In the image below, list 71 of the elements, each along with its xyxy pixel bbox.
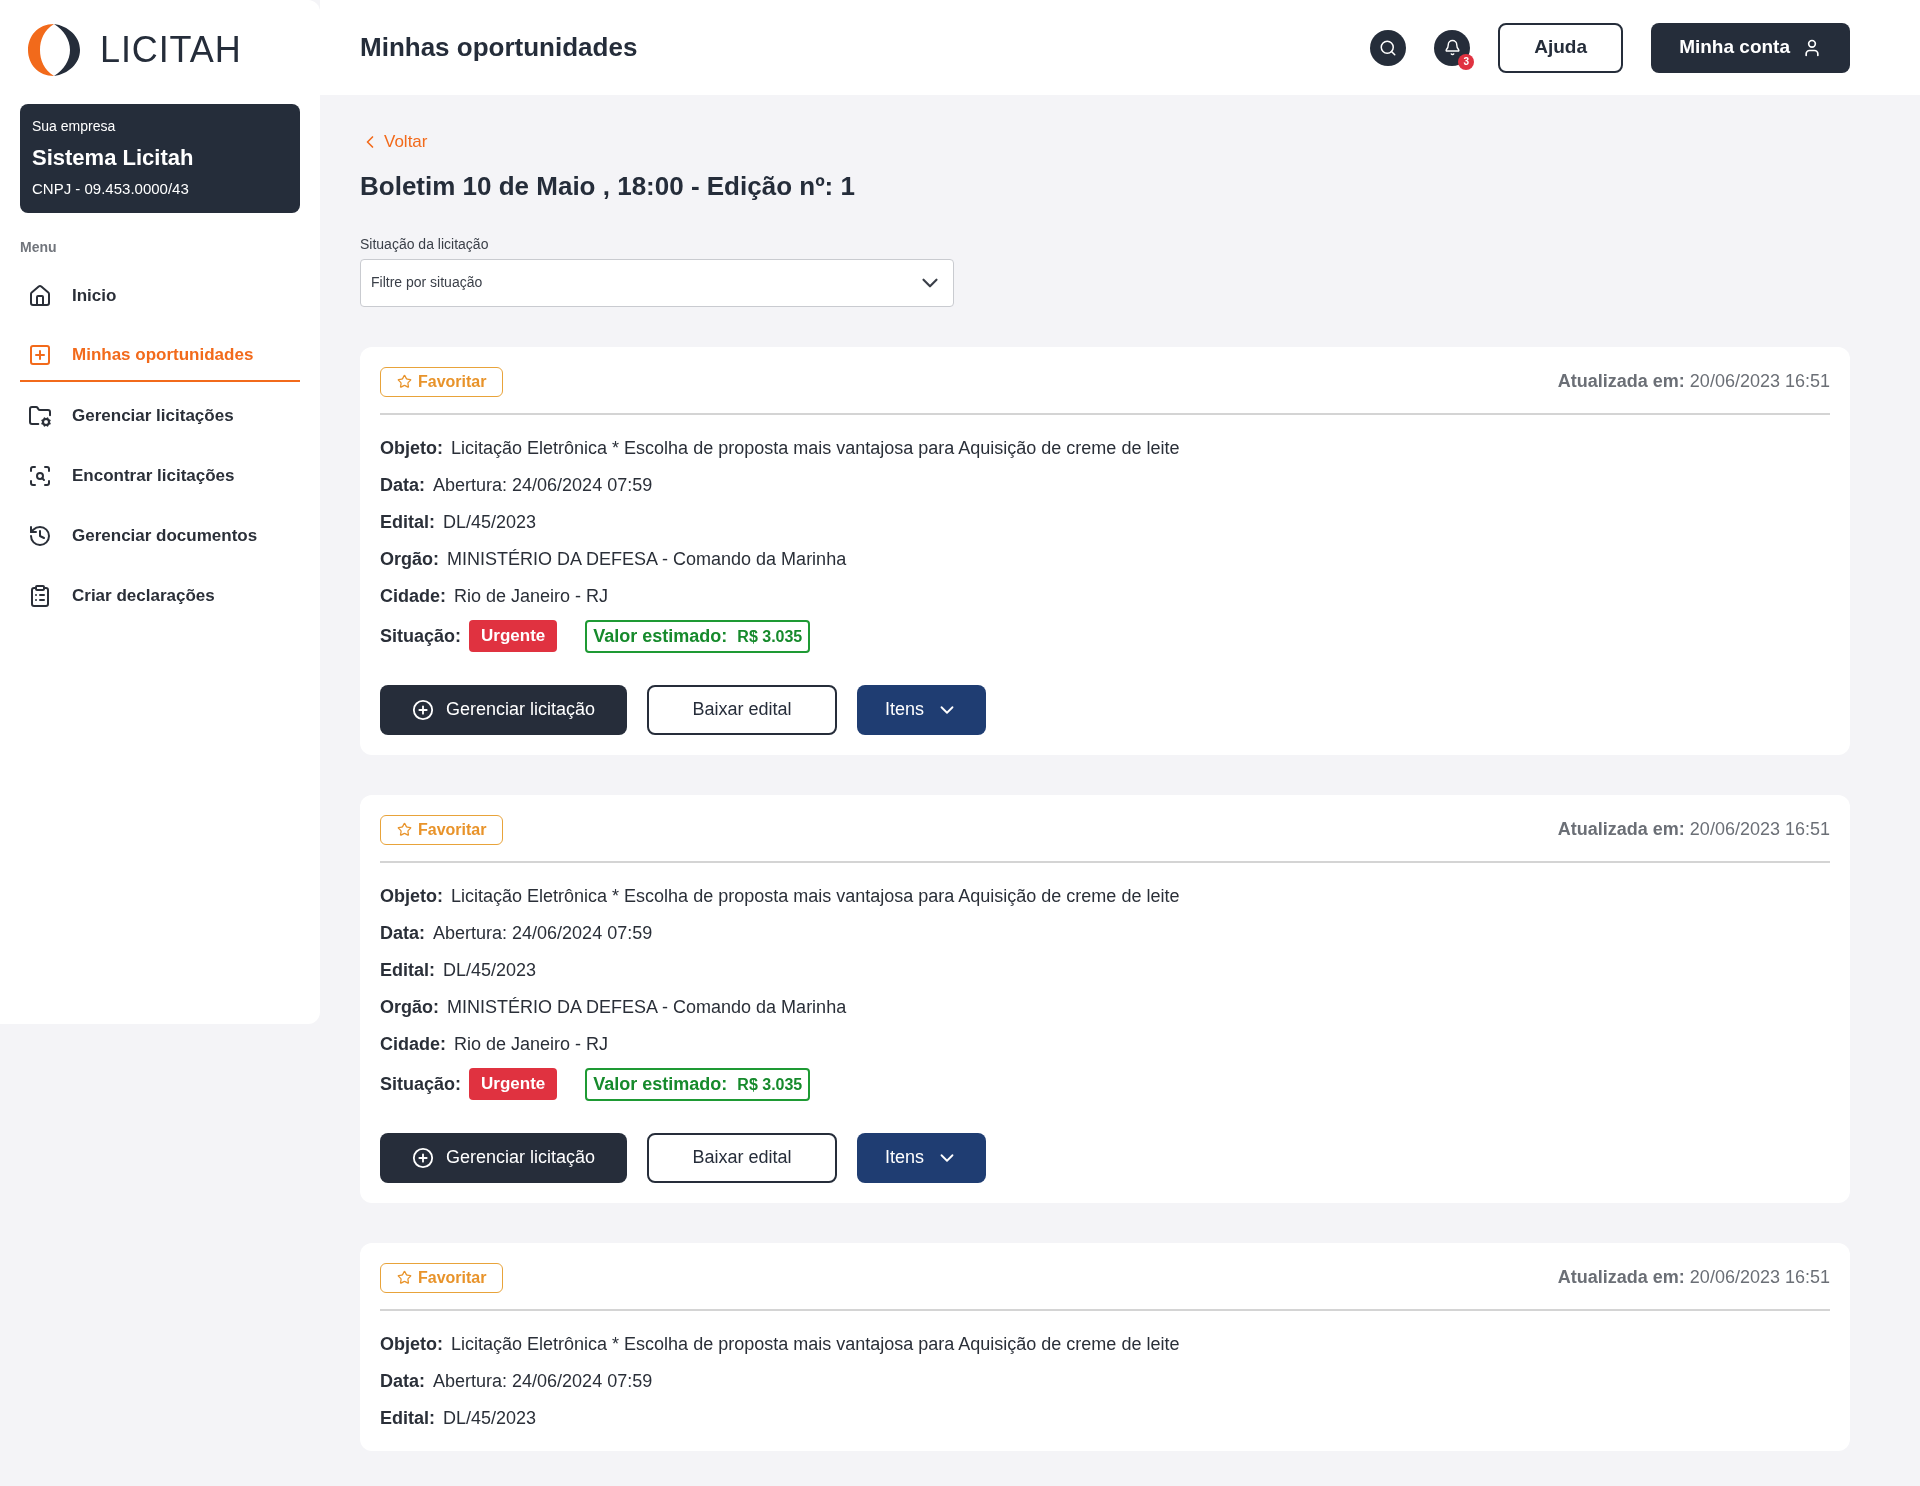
menu-heading: Menu (20, 237, 58, 257)
add-square-icon (28, 342, 52, 367)
field-label: Objeto: (380, 436, 443, 460)
menu-item[interactable]: Inicio (20, 269, 300, 322)
estimated-value-badge: Valor estimado: R$ 3.035 (585, 1067, 811, 1101)
field-label: Situação: (380, 625, 462, 648)
field-value: DL/45/2023 (443, 510, 537, 534)
home-icon (28, 283, 52, 308)
notifications-button[interactable] (1434, 29, 1471, 66)
manage-button[interactable]: Gerenciar licitação (380, 684, 628, 735)
menu-item[interactable]: Gerenciar documentos (20, 509, 300, 562)
folder-gear-icon (28, 403, 52, 428)
star-icon (397, 822, 412, 837)
status-badge: Urgente (469, 620, 558, 652)
field-label: Edital: (380, 1406, 435, 1430)
menu-item[interactable]: Criar declarações (20, 569, 300, 622)
field-label: Data: (380, 473, 425, 497)
field-value: Licitação Eletrônica * Escolha de proposta mais vantajosa para Aquisição de creme de leite (451, 884, 1180, 908)
menu-item[interactable]: Encontrar licitações (20, 449, 300, 502)
field-value: Rio de Janeiro - RJ (454, 1032, 609, 1056)
help-button[interactable]: Ajuda (1498, 22, 1624, 73)
field-value: Rio de Janeiro - RJ (454, 584, 609, 608)
company-cnpj: CNPJ - 09.453.0000/43 (32, 179, 190, 199)
field-label: Objeto: (380, 1332, 443, 1356)
field-value: Licitação Eletrônica * Escolha de proposta mais vantajosa para Aquisição de creme de leite (451, 1332, 1180, 1356)
field-value: Abertura: 24/06/2024 07:59 (433, 473, 653, 497)
field-label: Orgão: (380, 995, 439, 1019)
field-label: Edital: (380, 510, 435, 534)
user-icon (1802, 37, 1822, 58)
bell-icon (1443, 39, 1461, 56)
download-button[interactable]: Baixar edital (647, 1132, 838, 1183)
page-header-title: Minhas oportunidades (360, 31, 638, 64)
status-badge: Urgente (469, 1068, 558, 1100)
field-label: Edital: (380, 958, 435, 982)
add-circle-icon (412, 1146, 434, 1169)
filter-label: Situação da licitação (360, 234, 490, 254)
updated-date: Atualizada em: 20/06/2023 16:51 (1557, 818, 1830, 841)
search-button[interactable] (1370, 29, 1407, 66)
field-value: Abertura: 24/06/2024 07:59 (433, 921, 653, 945)
field-label: Orgão: (380, 547, 439, 571)
estimated-value-badge: Valor estimado: R$ 3.035 (585, 619, 811, 653)
logo-text: LICITAH (100, 28, 242, 72)
search-icon (1379, 38, 1398, 57)
page-title: Boletim 10 de Maio , 18:00 - Edição nº: 1 (360, 169, 856, 203)
updated-date: Atualizada em: 20/06/2023 16:51 (1557, 1266, 1830, 1289)
field-label: Cidade: (380, 584, 446, 608)
field-value: Abertura: 24/06/2024 07:59 (433, 1369, 653, 1393)
download-button[interactable]: Baixar edital (647, 684, 838, 735)
company-name: Sistema Licitah (32, 144, 195, 172)
field-value: Licitação Eletrônica * Escolha de proposta mais vantajosa para Aquisição de creme de leite (451, 436, 1180, 460)
company-caption: Sua empresa (32, 117, 117, 136)
items-button[interactable]: Itens (857, 684, 987, 735)
field-value: DL/45/2023 (443, 1406, 537, 1430)
items-button[interactable]: Itens (857, 1132, 987, 1183)
add-circle-icon (412, 698, 434, 721)
field-label: Situação: (380, 1073, 462, 1096)
star-icon (397, 374, 412, 389)
field-value: DL/45/2023 (443, 958, 537, 982)
field-label: Objeto: (380, 884, 443, 908)
menu-item[interactable]: Gerenciar licitações (20, 389, 300, 442)
field-value: MINISTÉRIO DA DEFESA - Comando da Marinha (447, 547, 847, 571)
updated-date: Atualizada em: 20/06/2023 16:51 (1557, 370, 1830, 393)
account-button[interactable]: Minha conta (1651, 22, 1850, 73)
document-icon (28, 583, 52, 608)
field-label: Data: (380, 921, 425, 945)
field-label: Cidade: (380, 1032, 446, 1056)
field-label: Data: (380, 1369, 425, 1393)
star-icon (397, 1270, 412, 1285)
field-value: MINISTÉRIO DA DEFESA - Comando da Marinha (447, 995, 847, 1019)
manage-button[interactable]: Gerenciar licitação (380, 1132, 628, 1183)
status-filter-dropdown[interactable]: Filtre por situação (360, 258, 954, 307)
